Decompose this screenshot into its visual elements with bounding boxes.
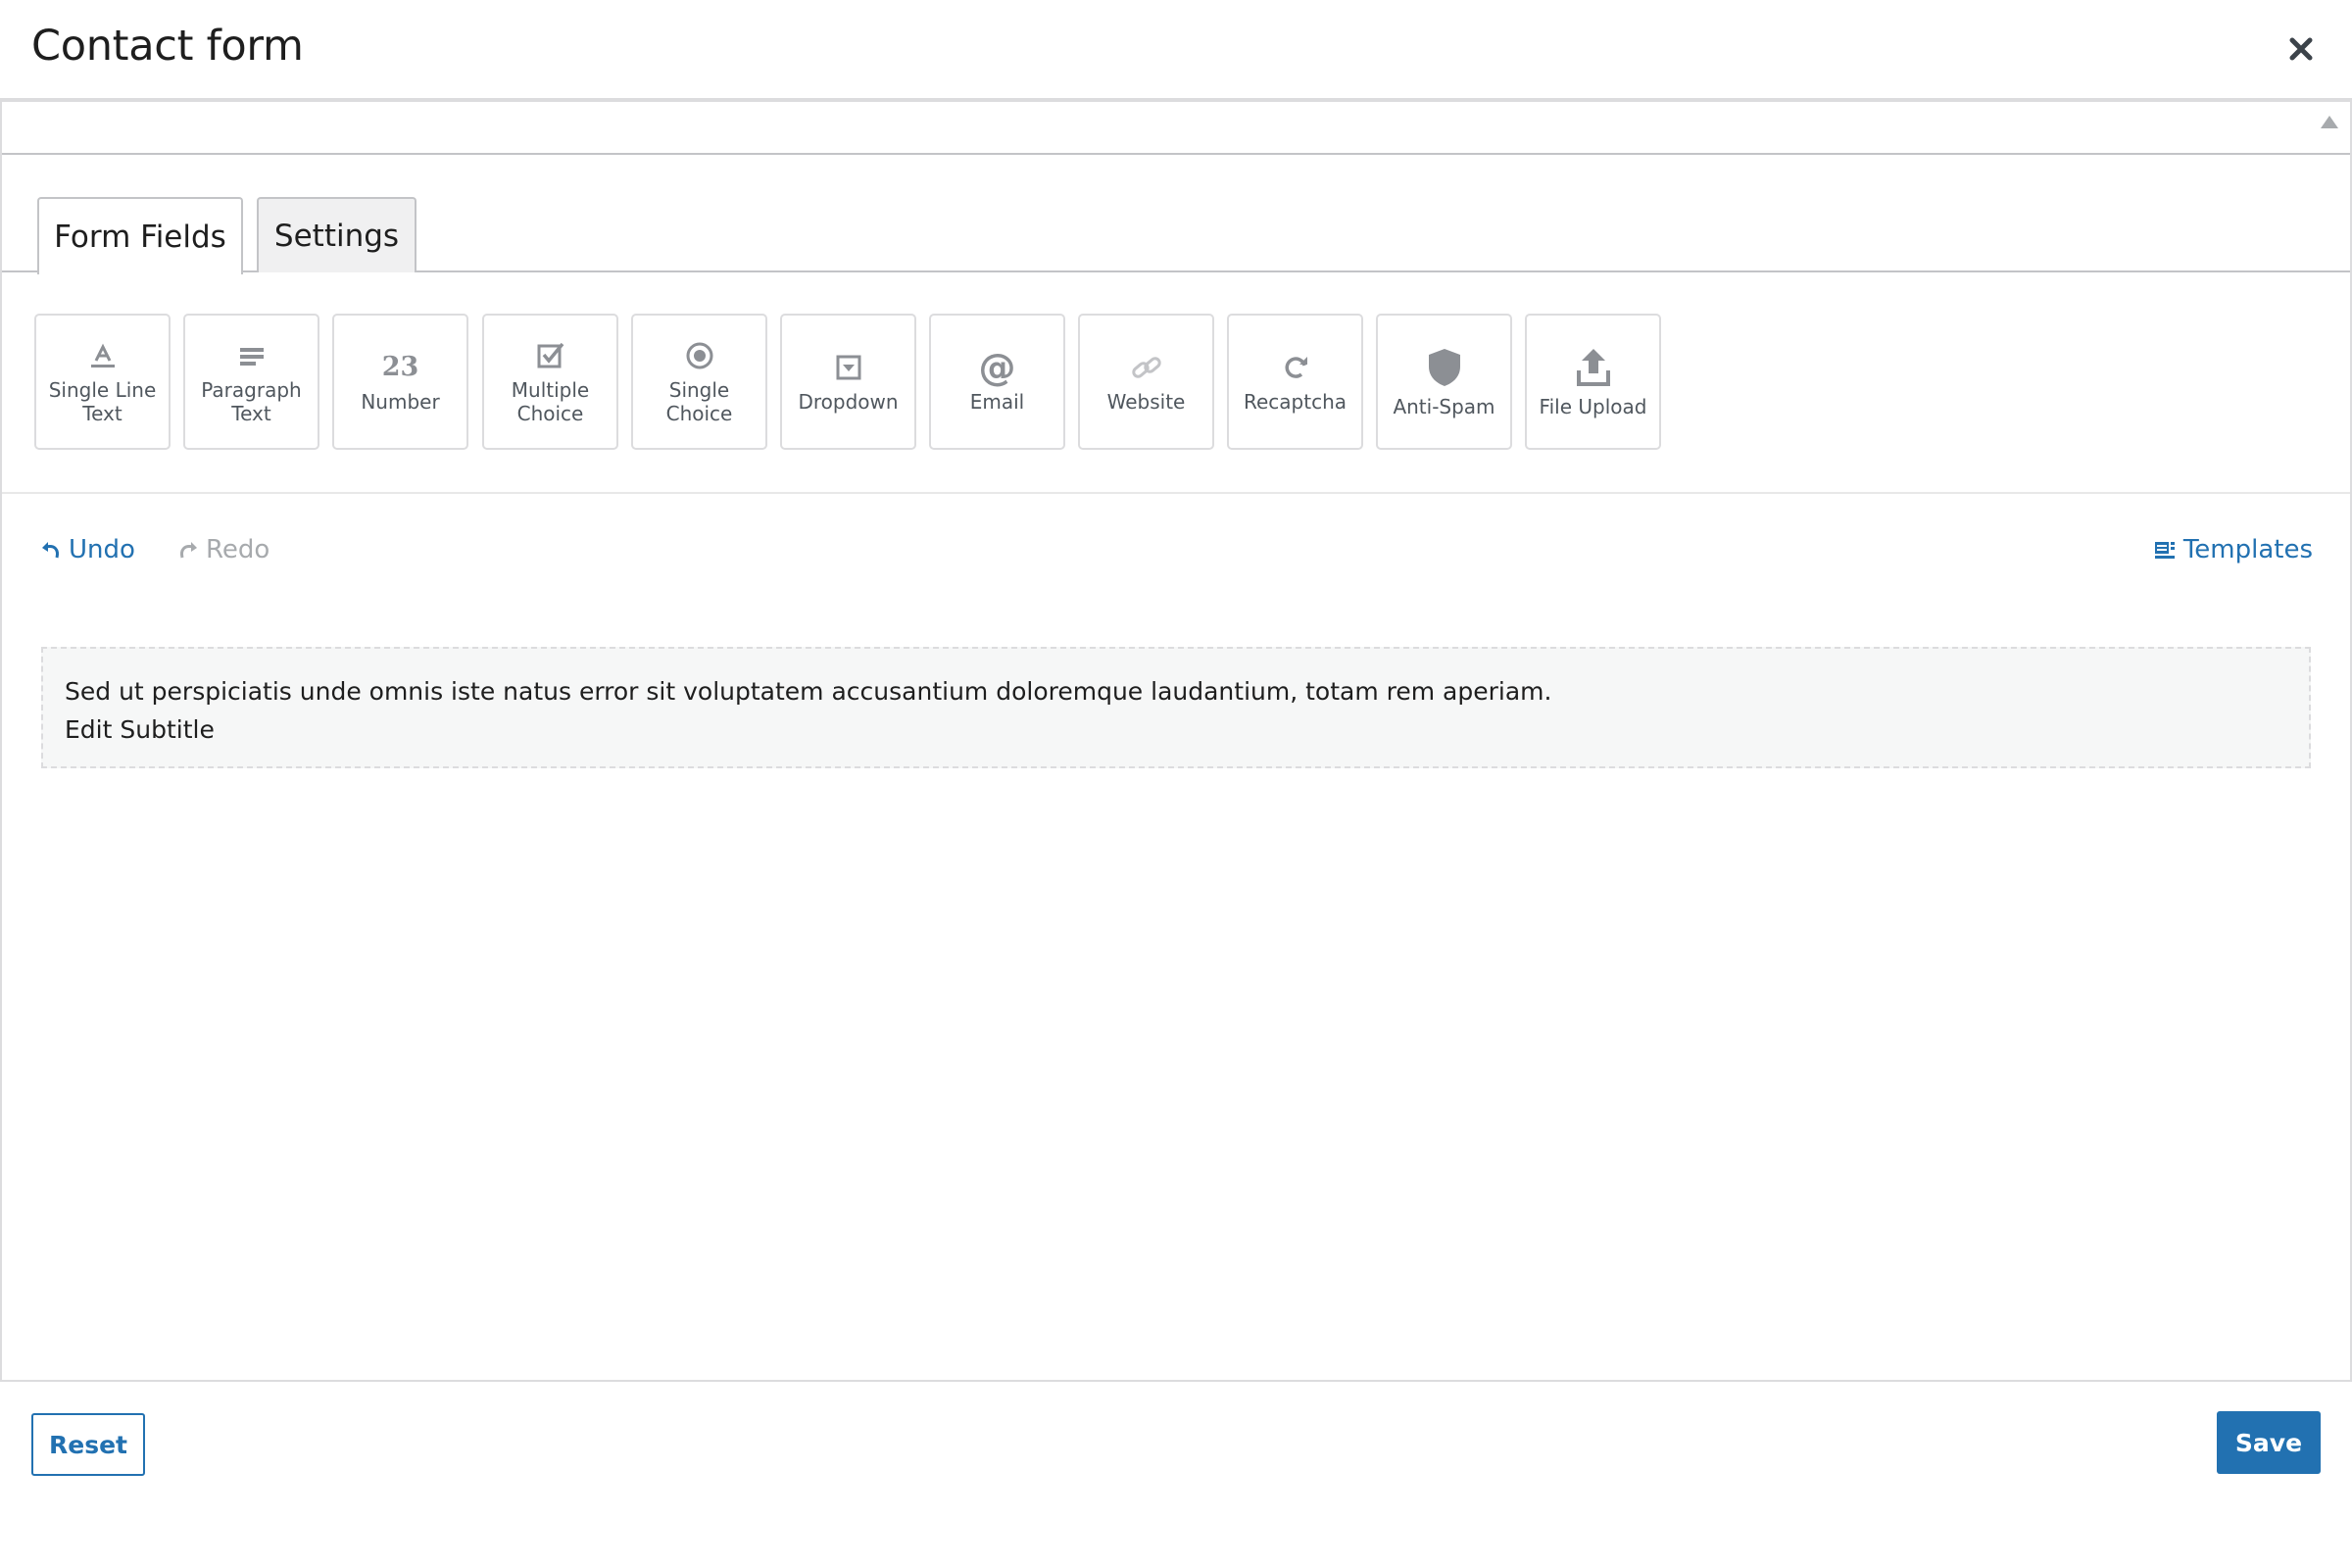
reset-button[interactable]: Reset (31, 1413, 145, 1476)
top-scroll-strip (2, 102, 2350, 155)
field-recaptcha[interactable]: Recaptcha (1227, 314, 1363, 450)
undo-label: Undo (69, 535, 135, 564)
at-icon: @ (978, 345, 1016, 389)
field-palette: Single Line Text Paragraph Text 23 Numbe… (2, 272, 2350, 494)
undo-button[interactable]: Undo (41, 535, 135, 564)
tab-form-fields[interactable]: Form Fields (37, 197, 243, 274)
field-label: Single Line Text (48, 377, 157, 425)
field-single-line-text[interactable]: Single Line Text (34, 314, 171, 450)
dialog-footer: Reset Save (0, 1382, 2352, 1568)
dropdown-icon (832, 351, 865, 384)
paragraph-icon (235, 339, 269, 372)
undo-icon (42, 542, 59, 559)
field-anti-spam[interactable]: Anti-Spam (1376, 314, 1512, 450)
templates-icon (2154, 542, 2175, 559)
tab-bar: Form Fields Settings (2, 155, 2350, 274)
shield-icon (1425, 346, 1464, 389)
form-description-block[interactable]: Sed ut perspiciatis unde omnis iste natu… (41, 647, 2311, 768)
field-label: Recaptcha (1243, 389, 1348, 414)
save-button[interactable]: Save (2217, 1411, 2321, 1474)
radio-icon (683, 339, 716, 372)
field-file-upload[interactable]: File Upload (1525, 314, 1661, 450)
refresh-icon (1279, 351, 1312, 384)
field-label: Dropdown (798, 389, 899, 414)
scroll-up-arrow-icon[interactable] (2321, 116, 2338, 128)
number-icon: 23 (381, 352, 419, 382)
upload-icon (1574, 346, 1613, 389)
close-button[interactable] (2281, 29, 2321, 69)
field-label: Single Choice (665, 377, 733, 425)
field-label: Email (969, 389, 1025, 414)
redo-label: Redo (206, 535, 270, 564)
text-field-icon (86, 339, 120, 372)
redo-icon (180, 542, 197, 559)
form-subtitle[interactable]: Edit Subtitle (65, 710, 2287, 749)
field-number[interactable]: 23 Number (332, 314, 468, 450)
dialog-title: Contact form (31, 22, 304, 71)
field-dropdown[interactable]: Dropdown (780, 314, 916, 450)
field-single-choice[interactable]: Single Choice (631, 314, 767, 450)
form-description: Sed ut perspiciatis unde omnis iste natu… (65, 677, 1552, 706)
tab-settings[interactable]: Settings (257, 197, 416, 272)
tab-label: Settings (273, 218, 400, 254)
close-icon (2289, 37, 2313, 61)
field-multiple-choice[interactable]: Multiple Choice (482, 314, 618, 450)
field-label: Multiple Choice (511, 377, 590, 425)
field-label: Anti-Spam (1393, 394, 1495, 418)
templates-label: Templates (2182, 535, 2313, 564)
field-label: Paragraph Text (201, 377, 302, 425)
form-editor-panel: Form Fields Settings Single Line Text Pa… (0, 100, 2352, 1382)
field-paragraph-text[interactable]: Paragraph Text (183, 314, 319, 450)
dialog-header: Contact form (0, 0, 2352, 100)
checkbox-icon (534, 339, 567, 372)
field-email[interactable]: @ Email (929, 314, 1065, 450)
field-label: Number (361, 389, 440, 414)
field-label: File Upload (1539, 394, 1647, 418)
field-label: Website (1106, 389, 1186, 414)
tab-label: Form Fields (54, 219, 226, 255)
templates-button[interactable]: Templates (2154, 535, 2313, 564)
editor-toolbar: Undo Redo Templates (2, 494, 2350, 612)
redo-button[interactable]: Redo (178, 535, 270, 564)
link-icon (1130, 351, 1163, 384)
field-website[interactable]: Website (1078, 314, 1214, 450)
